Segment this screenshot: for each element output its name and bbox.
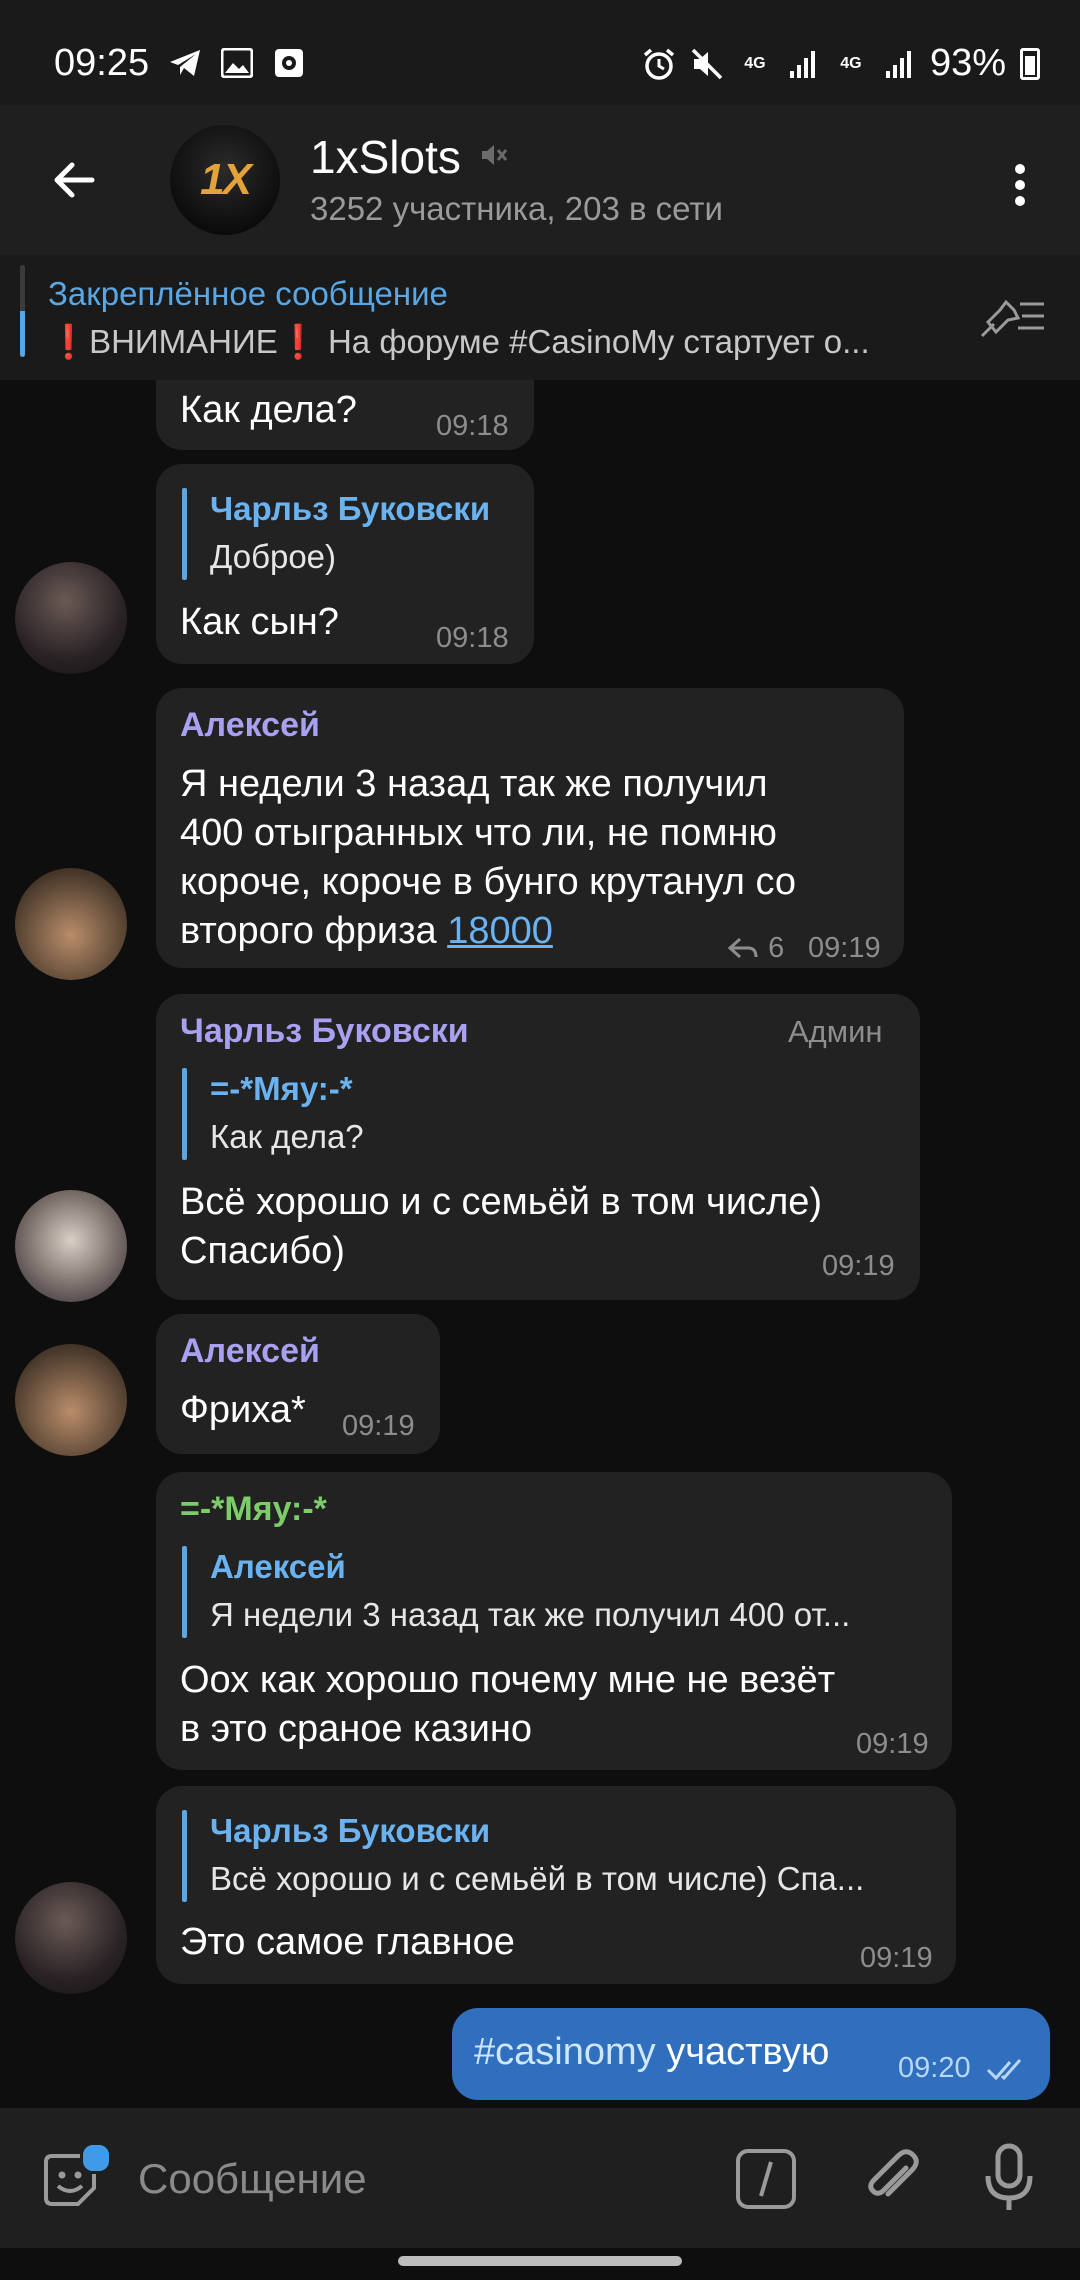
message-text-tail: участвую xyxy=(655,2031,830,2073)
message-line: Оох как хорошо почему мне не везёт xyxy=(180,1659,836,1701)
message-link[interactable]: 18000 xyxy=(447,910,553,952)
status-right: 4G 4G 93% xyxy=(642,42,1040,85)
message-line-text: второго фриза xyxy=(180,910,448,952)
status-left-icons xyxy=(168,46,306,80)
data-4g-icon: 4G xyxy=(744,54,766,72)
group-avatar[interactable]: 1X xyxy=(170,125,280,235)
attach-icon[interactable] xyxy=(858,2144,928,2214)
mute-icon xyxy=(690,47,724,81)
avatar[interactable] xyxy=(15,1190,127,1302)
avatar[interactable] xyxy=(15,562,127,674)
chat-subtitle: 3252 участника, 203 в сети xyxy=(310,190,723,227)
message-line: 400 отыгранных что ли, не помню xyxy=(180,812,777,854)
message-time: 09:18 xyxy=(436,622,509,654)
admin-badge: Админ xyxy=(788,1014,883,1049)
telegram-icon xyxy=(168,46,202,80)
replies-count-value: 6 xyxy=(768,932,785,964)
message-list[interactable]: Как дела? 09:18 Чарльз Буковски Доброе) … xyxy=(0,380,1080,2108)
replies-count[interactable]: 6 xyxy=(726,932,784,965)
home-gesture-bar[interactable] xyxy=(398,2256,682,2266)
message-text: Я недели 3 назад так же получил 400 отыг… xyxy=(180,760,880,956)
message-line: Всё хорошо и с семьёй в том числе) xyxy=(180,1181,823,1223)
data-4g-icon: 4G xyxy=(840,54,862,72)
more-options-icon[interactable] xyxy=(1000,155,1040,215)
pinned-title: Закреплённое сообщение xyxy=(48,275,448,312)
message-text: Как дела? xyxy=(180,389,357,431)
muted-icon xyxy=(478,140,510,172)
reply-text: Всё хорошо и с семьёй в том числе) Спа..… xyxy=(210,1860,865,1897)
message-text: #casinomy участвую xyxy=(474,2028,829,2077)
avatar[interactable] xyxy=(15,1882,127,1994)
gallery-icon xyxy=(220,46,254,80)
reply-bar xyxy=(182,488,187,580)
reply-sender: Чарльз Буковски xyxy=(210,490,491,527)
message-line: в это сраное казино xyxy=(180,1708,532,1750)
microphone-icon[interactable] xyxy=(980,2142,1038,2214)
message-line: короче, короче в бунго крутанул со xyxy=(180,861,797,903)
bot-commands-icon[interactable] xyxy=(735,2148,797,2210)
message-hashtag[interactable]: #casinomy xyxy=(474,2031,656,2073)
chat-header xyxy=(0,105,1080,255)
message-time: 09:19 xyxy=(342,1410,415,1442)
reply-sender: Алексей xyxy=(210,1548,346,1585)
message-text: Фриха* xyxy=(180,1389,306,1431)
message-time: 09:19 xyxy=(822,1250,895,1282)
screen-record-icon xyxy=(272,46,306,80)
message-time: 09:18 xyxy=(436,410,509,442)
signal-icon xyxy=(786,47,820,81)
avatar[interactable] xyxy=(15,1344,127,1456)
signal-icon xyxy=(882,47,916,81)
message-sender[interactable]: =-*Мяу:-* xyxy=(180,1490,327,1529)
reply-text: Доброе) xyxy=(210,538,337,575)
message-sender[interactable]: Чарльз Буковски xyxy=(180,1012,469,1051)
message-time: 09:19 xyxy=(856,1728,929,1760)
message-time: 09:20 xyxy=(898,2052,971,2084)
notification-dot xyxy=(80,2142,112,2174)
battery-percent: 93% xyxy=(929,42,1006,84)
pinned-text: ❗ВНИМАНИЕ❗ На форуме #CasinoMy стартует … xyxy=(48,323,870,360)
group-avatar-logo: 1X xyxy=(200,155,252,204)
reply-text: Я недели 3 назад так же получил 400 от..… xyxy=(210,1596,851,1633)
reply-bar xyxy=(182,1810,187,1902)
reply-arrow-icon xyxy=(727,937,758,959)
message-sender[interactable]: Алексей xyxy=(180,706,320,745)
message-text: Как сын? xyxy=(180,601,339,643)
reply-text: Как дела? xyxy=(210,1118,364,1155)
message-text: Всё хорошо и с семьёй в том числе) Спаси… xyxy=(180,1178,900,1276)
message-line: Спасибо) xyxy=(180,1230,345,1272)
message-line: Я недели 3 назад так же получил xyxy=(180,763,768,805)
message-sender[interactable]: Алексей xyxy=(180,1332,320,1371)
message-input[interactable]: Сообщение xyxy=(138,2155,367,2203)
message-time: 09:19 xyxy=(808,932,881,964)
reply-sender: =-*Мяу:-* xyxy=(210,1070,353,1107)
message-text: Оох как хорошо почему мне не везёт в это… xyxy=(180,1656,940,1754)
status-time: 09:25 xyxy=(54,42,150,84)
back-arrow-icon[interactable] xyxy=(44,150,104,210)
reply-bar xyxy=(182,1546,187,1638)
alarm-icon xyxy=(642,47,676,81)
avatar[interactable] xyxy=(15,868,127,980)
reply-sender: Чарльз Буковски xyxy=(210,1812,491,1849)
pinned-indicator xyxy=(20,265,25,357)
pinned-list-icon[interactable] xyxy=(978,292,1048,342)
message-text: Это самое главное xyxy=(180,1921,515,1963)
reply-bar xyxy=(182,1068,187,1160)
chat-title[interactable]: 1xSlots xyxy=(310,130,461,184)
battery-icon xyxy=(1020,47,1040,80)
read-checkmarks-icon xyxy=(986,2056,1032,2087)
message-time: 09:19 xyxy=(860,1942,933,1974)
